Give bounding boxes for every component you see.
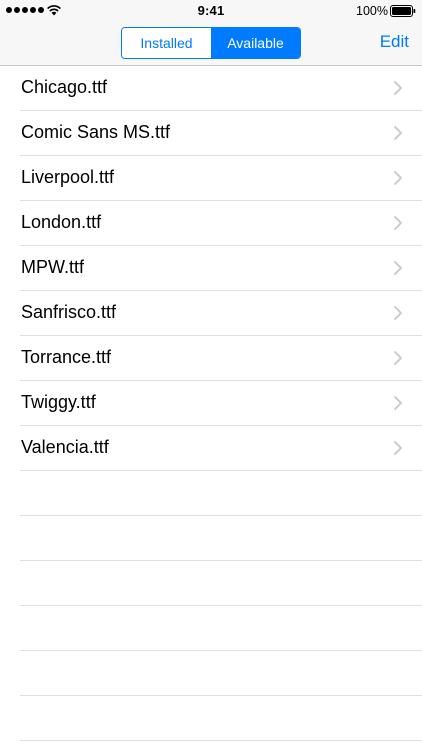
chevron-right-icon [394, 351, 402, 365]
chevron-right-icon [394, 216, 402, 230]
list-item-label: MPW.ttf [21, 257, 84, 277]
list-item-label: Valencia.ttf [21, 437, 109, 457]
list-item-mpw[interactable]: MPW.ttf [0, 246, 422, 291]
list-item-twiggy[interactable]: Twiggy.ttf [0, 381, 422, 426]
empty-row [0, 471, 422, 516]
chevron-right-icon [394, 441, 402, 455]
list-item-label: London.ttf [21, 212, 102, 232]
chevron-right-icon [394, 261, 402, 275]
status-bar: 9:41 100% [0, 0, 422, 22]
list-item-label: Comic Sans MS.ttf [21, 122, 171, 142]
font-list: Chicago.ttf Comic Sans MS.ttf Liverpool.… [0, 66, 422, 741]
empty-row [0, 696, 422, 741]
empty-row [0, 516, 422, 561]
list-item-valencia[interactable]: Valencia.ttf [0, 426, 422, 471]
list-item-label: Liverpool.ttf [21, 167, 115, 187]
list-item-london[interactable]: London.ttf [0, 201, 422, 246]
installed-available-segmented-control: Installed Available [121, 27, 301, 59]
list-item-comic-sans-ms[interactable]: Comic Sans MS.ttf [0, 111, 422, 156]
chevron-right-icon [394, 171, 402, 185]
battery-percent: 100% [356, 4, 388, 18]
list-item-label: Chicago.ttf [21, 77, 108, 97]
list-item-torrance[interactable]: Torrance.ttf [0, 336, 422, 381]
segment-installed[interactable]: Installed [122, 28, 211, 58]
navigation-bar: Installed Available Edit [0, 22, 422, 66]
list-item-liverpool[interactable]: Liverpool.ttf [0, 156, 422, 201]
empty-row [0, 606, 422, 651]
list-item-sanfrisco[interactable]: Sanfrisco.ttf [0, 291, 422, 336]
empty-row [0, 651, 422, 696]
list-item-label: Twiggy.ttf [21, 392, 96, 412]
edit-button[interactable]: Edit [380, 32, 409, 52]
list-item-chicago[interactable]: Chicago.ttf [0, 66, 422, 111]
app-screen: 9:41 100% Installed Available Edit Chica… [0, 0, 422, 750]
chevron-right-icon [394, 396, 402, 410]
list-item-label: Sanfrisco.ttf [21, 302, 117, 322]
empty-row [0, 561, 422, 606]
chevron-right-icon [394, 126, 402, 140]
battery-icon [390, 5, 416, 17]
list-item-label: Torrance.ttf [21, 347, 112, 367]
segment-available[interactable]: Available [211, 28, 300, 58]
chevron-right-icon [394, 306, 402, 320]
chevron-right-icon [394, 81, 402, 95]
